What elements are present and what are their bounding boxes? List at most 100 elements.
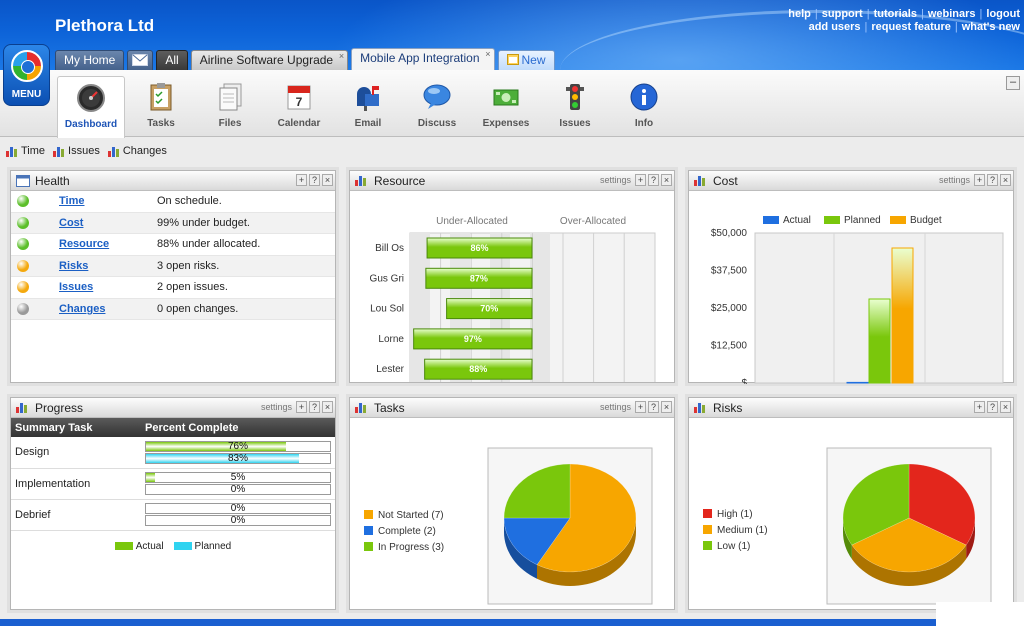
health-row: Changes 0 open changes. bbox=[11, 298, 335, 320]
close-icon[interactable]: × bbox=[661, 174, 672, 186]
collapse-toolbar-button[interactable]: – bbox=[1006, 76, 1020, 90]
percent-cell: 0% 0% bbox=[141, 499, 335, 531]
top-link-help[interactable]: help bbox=[788, 8, 811, 20]
bar-chart-icon bbox=[694, 175, 706, 189]
tool-calendar[interactable]: 7 Calendar bbox=[265, 76, 333, 136]
tab-my-home[interactable]: My Home bbox=[55, 50, 125, 70]
top-link-request-feature[interactable]: request feature bbox=[871, 21, 950, 33]
mailbox-icon bbox=[353, 82, 383, 112]
tool-discuss[interactable]: Discuss bbox=[403, 76, 471, 136]
legend-label: Planned bbox=[194, 540, 232, 552]
close-icon[interactable]: × bbox=[661, 401, 672, 413]
panel-controls: settings +? × bbox=[600, 401, 672, 413]
top-link-add-users[interactable]: add users bbox=[809, 21, 861, 33]
tool-dashboard[interactable]: Dashboard bbox=[57, 76, 125, 138]
column-header: Over-Allocated bbox=[560, 216, 626, 227]
resource-name: Lester bbox=[376, 364, 404, 375]
tool-info[interactable]: Info bbox=[610, 76, 678, 136]
legend-label: High (1) bbox=[717, 509, 753, 520]
close-icon[interactable]: × bbox=[485, 49, 490, 59]
help-icon[interactable]: ? bbox=[309, 401, 320, 413]
cost-bar bbox=[868, 298, 891, 384]
health-panel: Health +? × Time On schedule. Cost 99% under… bbox=[10, 170, 336, 383]
tab-new[interactable]: New bbox=[497, 50, 555, 70]
tab-mobile-app-integration[interactable]: Mobile App Integration × bbox=[351, 48, 495, 70]
tool-files[interactable]: Files bbox=[196, 76, 264, 136]
health-status: 0 open changes. bbox=[157, 302, 239, 315]
tool-tasks[interactable]: Tasks bbox=[127, 76, 195, 136]
help-icon[interactable]: ? bbox=[987, 401, 998, 413]
help-icon[interactable]: ? bbox=[987, 174, 998, 186]
quick-link-time[interactable]: Time bbox=[6, 145, 45, 157]
legend-label: Medium (1) bbox=[717, 525, 768, 536]
main-menu-button[interactable]: MENU bbox=[3, 44, 50, 106]
add-icon[interactable]: + bbox=[635, 401, 646, 413]
legend-swatch bbox=[763, 216, 779, 224]
top-link-logout[interactable]: logout bbox=[986, 8, 1020, 20]
legend-label: Budget bbox=[910, 215, 942, 226]
tab-airline-software-upgrade[interactable]: Airline Software Upgrade × bbox=[190, 50, 349, 70]
tool-issues[interactable]: Issues bbox=[541, 76, 609, 136]
tool-label: Dashboard bbox=[64, 119, 118, 130]
column-header: Percent Complete bbox=[141, 418, 335, 437]
link-separator: | bbox=[979, 8, 983, 20]
add-icon[interactable]: + bbox=[974, 401, 985, 413]
progress-label: 76% bbox=[227, 440, 248, 452]
add-icon[interactable]: + bbox=[635, 174, 646, 186]
health-list: Time On schedule. Cost 99% under budget. Res… bbox=[11, 191, 335, 320]
tab-all[interactable]: All bbox=[156, 50, 188, 70]
tab-label: New bbox=[521, 53, 546, 67]
status-dot-icon bbox=[17, 195, 29, 208]
close-icon[interactable]: × bbox=[1000, 174, 1011, 186]
planned-progress-bar: 83% bbox=[145, 452, 331, 464]
settings-link[interactable]: settings bbox=[600, 175, 631, 185]
add-icon[interactable]: + bbox=[296, 401, 307, 413]
help-icon[interactable]: ? bbox=[648, 401, 659, 413]
bar-chart-icon bbox=[107, 146, 120, 157]
settings-link[interactable]: settings bbox=[600, 402, 631, 412]
percent-cell: 5% 0% bbox=[141, 468, 335, 500]
health-link[interactable]: Issues bbox=[59, 281, 157, 293]
top-link-webinars[interactable]: webinars bbox=[928, 8, 976, 20]
quick-link-label: Time bbox=[21, 145, 46, 157]
legend-swatch bbox=[703, 541, 712, 550]
health-link[interactable]: Cost bbox=[59, 217, 157, 229]
close-icon[interactable]: × bbox=[339, 51, 344, 61]
add-icon[interactable]: + bbox=[296, 174, 307, 186]
top-link-what-s-new[interactable]: what's new bbox=[962, 21, 1020, 33]
help-icon[interactable]: ? bbox=[309, 174, 320, 186]
quick-link-changes[interactable]: Changes bbox=[107, 145, 167, 157]
close-icon[interactable]: × bbox=[322, 174, 333, 186]
add-icon[interactable]: + bbox=[974, 174, 985, 186]
cost-bar bbox=[891, 247, 914, 384]
health-row: Cost 99% under budget. bbox=[11, 212, 335, 234]
help-icon[interactable]: ? bbox=[648, 174, 659, 186]
footer-bar bbox=[0, 619, 1024, 626]
settings-link[interactable]: settings bbox=[261, 402, 292, 412]
health-link[interactable]: Time bbox=[59, 195, 157, 207]
health-link[interactable]: Risks bbox=[59, 260, 157, 272]
settings-link[interactable]: settings bbox=[939, 175, 970, 185]
panel-title: Health bbox=[35, 174, 70, 188]
tool-expenses[interactable]: Expenses bbox=[472, 76, 540, 136]
quick-link-issues[interactable]: Issues bbox=[53, 145, 100, 157]
project-tabs: My Home All Airline Software Upgrade × Mo… bbox=[55, 48, 555, 70]
legend-swatch bbox=[364, 510, 373, 519]
health-link[interactable]: Changes bbox=[59, 303, 157, 315]
health-link[interactable]: Resource bbox=[59, 238, 157, 250]
health-row: Resource 88% under allocated. bbox=[11, 234, 335, 256]
company-name: Plethora Ltd bbox=[55, 16, 155, 35]
legend-swatch bbox=[114, 541, 133, 550]
task-name: Design bbox=[11, 437, 141, 469]
top-link-tutorials[interactable]: tutorials bbox=[874, 8, 917, 20]
top-link-support[interactable]: support bbox=[822, 8, 863, 20]
close-icon[interactable]: × bbox=[1000, 401, 1011, 413]
tool-email[interactable]: Email bbox=[334, 76, 402, 136]
close-icon[interactable]: × bbox=[322, 401, 333, 413]
actual-progress-bar: 0% bbox=[145, 503, 331, 514]
panel-title: Risks bbox=[713, 401, 743, 415]
cost-chart: Actual Planned Budget $ $12,500 $25,000 $37,50… bbox=[711, 215, 1004, 398]
cost-panel: Cost settings +? × Actual Planned Budget $ $12… bbox=[688, 170, 1014, 398]
status-dot-icon bbox=[17, 238, 29, 251]
tab-mail[interactable] bbox=[127, 50, 154, 70]
